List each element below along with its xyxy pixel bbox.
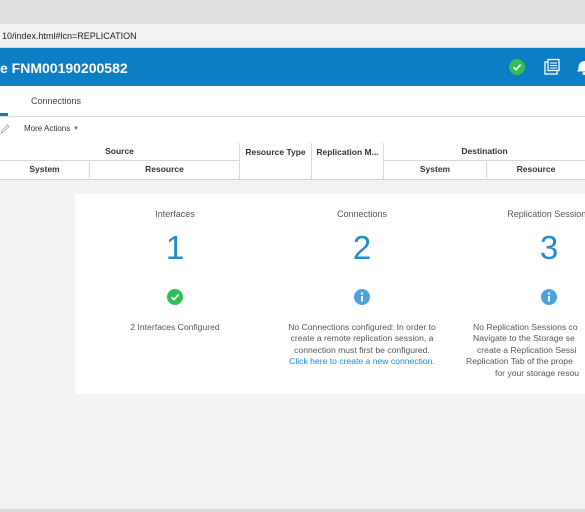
column-replication-mode[interactable]: Replication M... [312, 143, 384, 179]
connections-count[interactable]: 2 [262, 229, 462, 267]
info-icon [541, 289, 557, 305]
sessions-desc-line-5: for your storage resou [495, 367, 580, 378]
edit-icon[interactable] [0, 123, 10, 137]
connections-label: Connections [336, 209, 388, 219]
address-bar[interactable]: 10/index.html#lcn=REPLICATION [0, 24, 585, 48]
column-source-resource[interactable]: Resource [90, 161, 240, 179]
tab-active-indicator[interactable] [0, 113, 8, 116]
sessions-desc-line-1: No Replication Sessions co [473, 322, 578, 332]
interfaces-label: Interfaces [155, 209, 195, 219]
system-health-icon[interactable] [509, 48, 525, 86]
connections-desc-line-1: No Connections configured: In order to [288, 322, 436, 332]
column-group-source: Source [0, 143, 240, 161]
toolbar: More Actions ▼ [0, 117, 585, 144]
logs-icon[interactable] [543, 48, 561, 86]
chevron-down-icon: ▼ [73, 126, 79, 132]
app-header: e FNM00190200582 [0, 48, 585, 86]
system-title: e FNM00190200582 [0, 60, 128, 76]
url-text: 10/index.html#lcn=REPLICATION [2, 31, 137, 41]
replication-summary-card: Interfaces 1 2 Interfaces Configured Con… [75, 194, 585, 394]
column-resource-type[interactable]: Resource Type [240, 143, 312, 179]
browser-tab-strip [0, 0, 585, 24]
more-actions-button[interactable]: More Actions [24, 117, 70, 141]
check-circle-icon [167, 289, 183, 305]
column-destination-system[interactable]: System [384, 161, 487, 179]
create-connection-link[interactable]: Click here to create a new connection. [262, 356, 462, 367]
sessions-label: Replication Sessions [507, 209, 585, 219]
info-icon [354, 289, 370, 305]
sessions-description: No Replication Sessions co Navigate to t… [466, 322, 585, 379]
connections-desc-line-2: create a remote replication session, a [290, 333, 434, 344]
column-destination-resource[interactable]: Resource [487, 161, 585, 179]
column-group-destination: Destination [384, 143, 585, 161]
connections-desc-line-3: connection must first be configured. [294, 344, 430, 355]
connections-summary: Connections 2 No Connections configured:… [262, 194, 462, 394]
sessions-desc-line-4: Replication Tab of the prope [466, 356, 573, 367]
sessions-count[interactable]: 3 [449, 229, 585, 267]
bell-icon[interactable] [576, 48, 585, 86]
sessions-desc-line-2: Navigate to the Storage se [473, 333, 575, 344]
interfaces-summary: Interfaces 1 2 Interfaces Configured [75, 194, 275, 394]
connections-description: No Connections configured: In order to c… [262, 322, 462, 368]
interfaces-count[interactable]: 1 [75, 229, 275, 267]
interfaces-description: 2 Interfaces Configured [130, 322, 220, 332]
tab-bar: Connections [0, 86, 585, 117]
sessions-desc-line-3: create a Replication Sessi [477, 344, 577, 355]
column-source-system[interactable]: System [0, 161, 90, 179]
tab-connections[interactable]: Connections [31, 86, 81, 116]
replication-table-header: Source System Resource Resource Type Rep… [0, 143, 585, 180]
